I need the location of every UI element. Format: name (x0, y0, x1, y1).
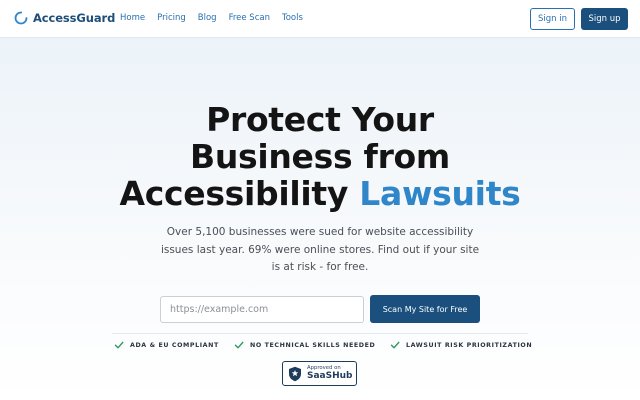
sign-in-button[interactable]: Sign in (530, 8, 575, 30)
feature-label: ADA & EU COMPLIANT (130, 341, 219, 349)
badge-brand: SaaSHub (307, 371, 353, 382)
main-nav: Home Pricing Blog Free Scan Tools (120, 13, 315, 23)
brand-name: AccessGuard (33, 11, 116, 25)
hero-title-accent: Lawsuits (359, 174, 521, 213)
scan-site-button[interactable]: Scan My Site for Free (370, 295, 480, 323)
saashub-badge[interactable]: Approved on SaaSHub (282, 361, 357, 386)
circle-arc-logo-icon (14, 11, 28, 25)
star-shield-icon (289, 366, 301, 381)
website-url-input[interactable] (160, 296, 364, 323)
divider (112, 333, 528, 334)
hero-subtitle: Over 5,100 businesses were sued for webs… (160, 226, 480, 273)
feature-label: NO TECHNICAL SKILLS NEEDED (250, 341, 376, 349)
checkmark-icon (114, 341, 124, 349)
feature-item-risk-prioritization: LAWSUIT RISK PRIORITIZATION (390, 340, 532, 350)
badge-text: Approved on SaaSHub (307, 365, 353, 382)
nav-link-tools[interactable]: Tools (282, 13, 303, 23)
brand-logo[interactable]: AccessGuard (14, 11, 115, 25)
feature-list: ADA & EU COMPLIANT NO TECHNICAL SKILLS N… (0, 340, 640, 352)
feature-item-ada-eu: ADA & EU COMPLIANT (114, 340, 219, 350)
feature-label: LAWSUIT RISK PRIORITIZATION (406, 341, 533, 349)
hero-title-line-1: Protect Your (206, 100, 434, 139)
nav-link-blog[interactable]: Blog (198, 13, 217, 23)
hero-title-line-3: Accessibility (119, 174, 360, 213)
checkmark-icon (234, 341, 244, 349)
nav-link-pricing[interactable]: Pricing (157, 13, 186, 23)
top-navigation-bar: AccessGuard Home Pricing Blog Free Scan … (0, 0, 640, 38)
feature-item-no-skills: NO TECHNICAL SKILLS NEEDED (234, 340, 375, 350)
nav-link-home[interactable]: Home (120, 13, 145, 23)
hero-title-line-2: Business from (189, 137, 451, 176)
hero-title: Protect Your Business from Accessibility… (0, 101, 640, 212)
sign-up-button[interactable]: Sign up (581, 8, 628, 30)
checkmark-icon (390, 341, 400, 349)
nav-link-free-scan[interactable]: Free Scan (229, 13, 270, 23)
